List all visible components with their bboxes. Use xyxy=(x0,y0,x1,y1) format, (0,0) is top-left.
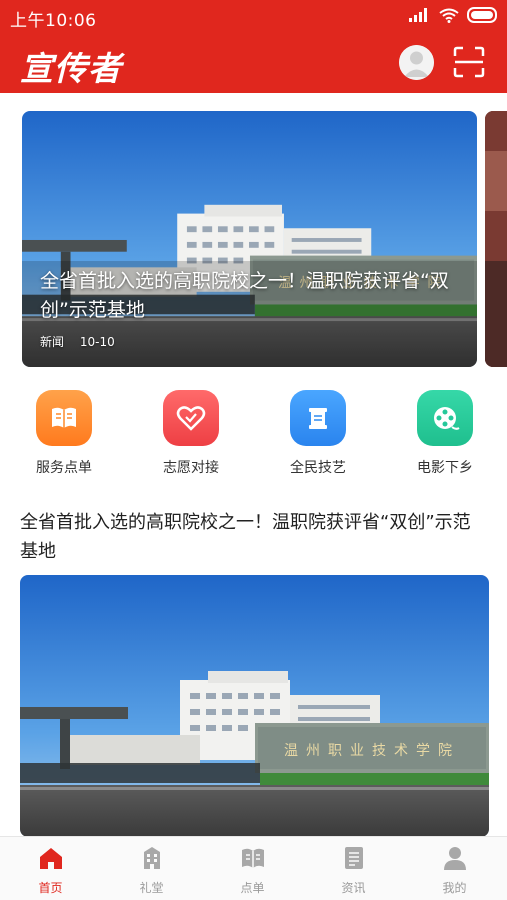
banner-slide[interactable]: 全省首批入选的高职院校之一！温职院获评省“双创”示范基地 新闻 10-10 xyxy=(22,111,477,367)
nav-label: 礼堂 xyxy=(139,881,164,895)
avatar-button[interactable] xyxy=(399,45,434,80)
banner-date: 10-10 xyxy=(79,335,115,349)
nav-label: 资讯 xyxy=(341,881,366,895)
battery-icon xyxy=(467,7,497,23)
book-icon xyxy=(36,390,92,446)
nav-label: 首页 xyxy=(38,881,63,895)
article-image[interactable] xyxy=(20,575,489,837)
quick-menu-label: 服务点单 xyxy=(36,460,92,476)
nav-item-hall[interactable]: 礼堂 xyxy=(101,837,202,900)
status-icons xyxy=(409,7,499,23)
nav-label: 点单 xyxy=(240,881,265,895)
quick-menu: 服务点单 志愿对接 全民技艺 电影下乡 xyxy=(0,390,507,480)
banner-slide-next[interactable] xyxy=(485,111,507,367)
banner-title: 全省首批入选的高职院校之一！温职院获评省“双创”示范基地 xyxy=(40,270,449,321)
scan-icon xyxy=(453,46,485,78)
quick-menu-skills[interactable]: 全民技艺 xyxy=(268,390,368,478)
scroll-icon xyxy=(290,390,346,446)
order-book-icon xyxy=(242,848,264,868)
scan-button[interactable] xyxy=(453,46,485,78)
film-reel-icon xyxy=(417,390,473,446)
quick-menu-film[interactable]: 电影下乡 xyxy=(395,390,495,478)
wifi-icon xyxy=(439,8,459,23)
news-icon xyxy=(345,847,363,869)
banner-image xyxy=(22,111,477,367)
nav-item-order[interactable]: 点单 xyxy=(202,837,303,900)
quick-menu-service-order[interactable]: 服务点单 xyxy=(14,390,114,478)
nav-label: 我的 xyxy=(442,881,467,895)
app-logo: 宣传者 xyxy=(20,49,122,88)
avatar-icon xyxy=(399,45,434,80)
quick-menu-label: 志愿对接 xyxy=(163,460,219,476)
status-bar: 上午10:06 xyxy=(0,0,507,34)
banner-meta: 新闻 10-10 xyxy=(40,333,127,350)
article-title[interactable]: 全省首批入选的高职院校之一！温职院获评省“双创”示范基地 xyxy=(20,508,488,566)
article-photo xyxy=(20,575,489,837)
home-icon xyxy=(40,848,62,869)
banner-category: 新闻 xyxy=(40,335,65,349)
banner-next-image xyxy=(485,111,507,367)
banner-carousel[interactable]: 全省首批入选的高职院校之一！温职院获评省“双创”示范基地 新闻 10-10 xyxy=(0,111,507,367)
quick-menu-label: 全民技艺 xyxy=(290,460,346,476)
signal-icon xyxy=(409,8,427,22)
quick-menu-label: 电影下乡 xyxy=(417,460,473,476)
heart-icon xyxy=(163,390,219,446)
hall-icon xyxy=(144,847,160,869)
nav-item-home[interactable]: 首页 xyxy=(0,837,101,900)
user-icon xyxy=(444,847,466,870)
quick-menu-volunteer[interactable]: 志愿对接 xyxy=(141,390,241,478)
bottom-nav: 首页 礼堂 点单 资讯 我的 xyxy=(0,836,507,900)
status-time: 上午10:06 xyxy=(10,11,97,31)
nav-item-me[interactable]: 我的 xyxy=(404,837,505,900)
app-header: 上午10:06 宣传者 xyxy=(0,0,507,93)
app-bar: 宣传者 xyxy=(0,34,507,93)
nav-item-news[interactable]: 资讯 xyxy=(303,837,404,900)
